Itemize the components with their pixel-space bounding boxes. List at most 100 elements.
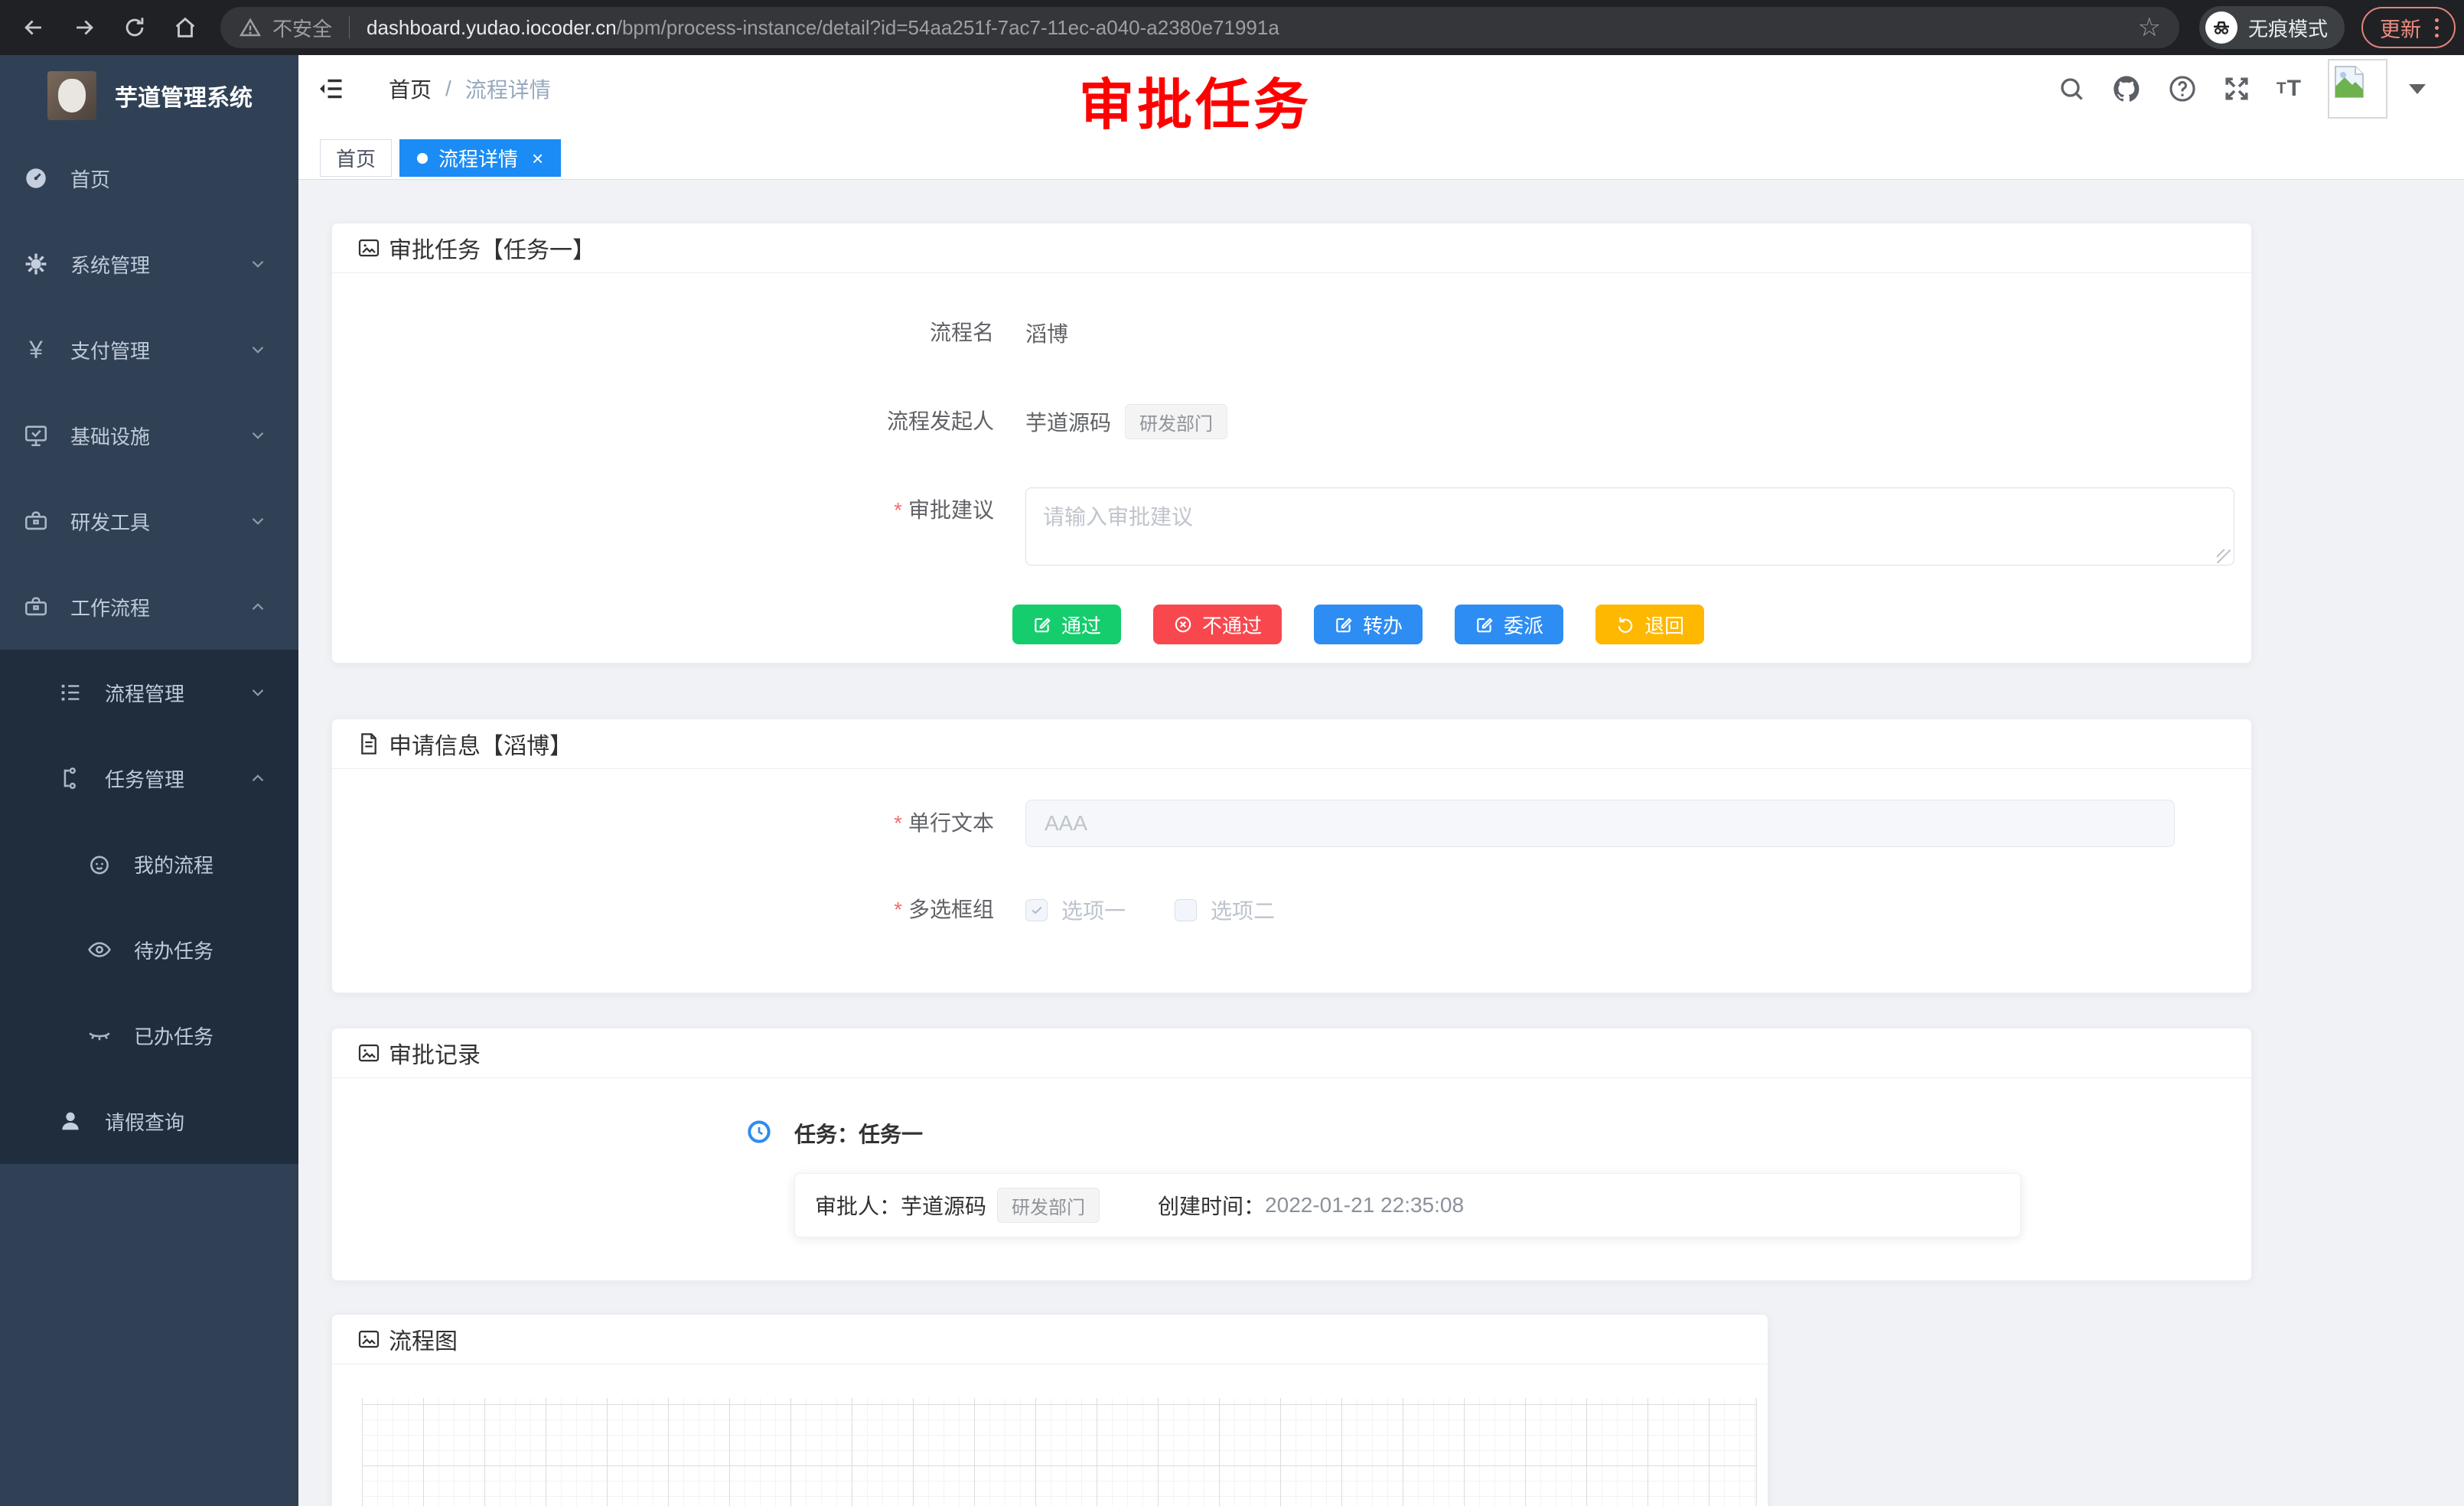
suggestion-textarea[interactable]: [1025, 487, 2234, 566]
created-time-label: 创建时间：: [1158, 1190, 1265, 1221]
sidebar-item-system[interactable]: 系统管理: [0, 221, 298, 307]
chevron-down-icon: [248, 511, 268, 531]
sidebar-item-devtools[interactable]: 研发工具: [0, 478, 298, 564]
eye-closed-icon: [86, 1022, 112, 1048]
circle-close-icon: [1173, 614, 1193, 634]
delegate-button[interactable]: 委派: [1455, 605, 1563, 644]
sidebar-item-payment[interactable]: ¥ 支付管理: [0, 307, 298, 393]
tab-process-detail[interactable]: 流程详情 ×: [399, 139, 561, 177]
page-content: 审批任务【任务一】 流程名 滔博 流程发起人 芋道源码 研发部门: [298, 180, 2464, 1506]
incognito-icon: [2205, 11, 2237, 44]
security-label[interactable]: 不安全: [272, 14, 332, 42]
resize-grip-icon[interactable]: [2217, 549, 2231, 563]
close-icon[interactable]: ×: [532, 148, 543, 168]
address-bar[interactable]: 不安全 dashboard.yudao.iocoder.cn/bpm/proce…: [220, 7, 2179, 48]
browser-back-button[interactable]: [17, 11, 51, 44]
sidebar-item-workflow[interactable]: 工作流程: [0, 564, 298, 650]
sidebar-item-task-management[interactable]: 任务管理: [0, 735, 298, 821]
incognito-label: 无痕模式: [2248, 14, 2328, 42]
card-title: 流程图: [389, 1322, 458, 1356]
sidebar-item-my-process[interactable]: 我的流程: [0, 821, 298, 907]
browser-menu-icon[interactable]: [2430, 18, 2443, 37]
browser-forward-button[interactable]: [67, 11, 101, 44]
browser-toolbar: 不安全 dashboard.yudao.iocoder.cn/bpm/proce…: [0, 0, 2464, 55]
search-icon[interactable]: [2058, 75, 2085, 103]
suggestion-label: 审批建议: [363, 487, 994, 533]
flow-icon: [57, 765, 83, 791]
monitor-icon: [23, 422, 49, 448]
fullscreen-icon[interactable]: [2223, 75, 2251, 103]
bpmn-canvas[interactable]: [362, 1398, 1757, 1506]
tags-view-bar: 首页 流程详情 ×: [298, 122, 2464, 180]
flow-chart-card: 流程图: [331, 1314, 1768, 1506]
transfer-button[interactable]: 转办: [1314, 605, 1423, 644]
tab-home[interactable]: 首页: [320, 139, 392, 177]
broken-image-icon: [2334, 65, 2365, 99]
browser-update-button[interactable]: 更新: [2361, 7, 2456, 48]
github-icon[interactable]: [2111, 73, 2142, 104]
eye-icon: [86, 937, 112, 963]
picture-icon: [357, 1327, 381, 1351]
app-logo[interactable]: 芋道管理系统: [0, 55, 298, 135]
avatar-caret-icon[interactable]: [2409, 84, 2426, 94]
sidebar-item-home[interactable]: 首页: [0, 135, 298, 221]
breadcrumb: 首页 / 流程详情: [389, 73, 551, 104]
reload-icon: [122, 15, 148, 41]
warning-icon: [239, 16, 262, 39]
toolbox-icon: [23, 508, 49, 534]
sidebar-toggle-button[interactable]: [318, 75, 345, 103]
avatar[interactable]: [2328, 59, 2387, 119]
return-button[interactable]: 退回: [1595, 605, 1704, 644]
timeline-clock-icon: [747, 1120, 771, 1148]
sidebar-item-leave-query[interactable]: 请假查询: [0, 1078, 298, 1164]
initiator-value: 芋道源码: [1025, 406, 1111, 437]
edit-icon: [1032, 614, 1052, 634]
browser-reload-button[interactable]: [118, 11, 152, 44]
font-size-icon[interactable]: TT: [2277, 76, 2302, 102]
page-header: 首页 / 流程详情 审批任务: [298, 55, 2464, 122]
approve-button[interactable]: 通过: [1012, 605, 1121, 644]
approver-value: 芋道源码: [901, 1190, 986, 1221]
home-icon: [172, 15, 198, 41]
bookmark-star-icon[interactable]: ☆: [2138, 12, 2161, 43]
sidebar: 芋道管理系统 首页 系统管理 ¥ 支付管理: [0, 55, 298, 1506]
sidebar-item-todo-tasks[interactable]: 待办任务: [0, 907, 298, 993]
approval-task-card: 审批任务【任务一】 流程名 滔博 流程发起人 芋道源码 研发部门: [331, 223, 2252, 663]
checkbox-option1[interactable]: [1025, 899, 1048, 921]
process-name-label: 流程名: [363, 310, 994, 356]
picture-icon: [357, 236, 381, 260]
user-face-icon: [86, 851, 112, 877]
person-icon: [57, 1108, 83, 1134]
single-line-text-input[interactable]: [1025, 800, 2175, 847]
approval-record-card-header: 审批记录: [332, 1028, 2251, 1078]
check-icon: [1029, 902, 1045, 918]
reject-button[interactable]: 不通过: [1153, 605, 1282, 644]
hamburger-fold-icon: [318, 75, 345, 103]
card-title: 申请信息【滔博】: [389, 727, 572, 761]
apply-info-card-header: 申请信息【滔博】: [332, 719, 2251, 769]
chevron-down-icon: [248, 340, 268, 360]
sidebar-item-infrastructure[interactable]: 基础设施: [0, 393, 298, 478]
breadcrumb-home[interactable]: 首页: [389, 73, 432, 104]
forward-icon: [71, 15, 97, 41]
app-title: 芋道管理系统: [115, 79, 253, 112]
list-icon: [57, 680, 83, 706]
edit-icon: [1334, 614, 1354, 634]
approval-task-card-header: 审批任务【任务一】: [332, 223, 2251, 273]
approver-label: 审批人：: [815, 1190, 901, 1221]
screenshot-root: 不安全 dashboard.yudao.iocoder.cn/bpm/proce…: [0, 0, 2464, 1506]
document-icon: [357, 732, 381, 756]
department-tag: 研发部门: [1125, 404, 1227, 439]
gear-icon: [23, 251, 49, 277]
breadcrumb-separator: /: [445, 77, 451, 101]
help-icon[interactable]: [2168, 74, 2197, 103]
url-separator: [349, 16, 350, 39]
checkbox-option2[interactable]: [1175, 899, 1197, 921]
record-task-title: 任务：任务一: [794, 1118, 923, 1149]
incognito-badge: 无痕模式: [2199, 6, 2345, 49]
sidebar-item-process-management[interactable]: 流程管理: [0, 650, 298, 735]
browser-home-button[interactable]: [168, 11, 202, 44]
flow-chart-card-header: 流程图: [332, 1315, 1768, 1364]
sidebar-item-done-tasks[interactable]: 已办任务: [0, 993, 298, 1078]
chevron-down-icon: [248, 254, 268, 274]
